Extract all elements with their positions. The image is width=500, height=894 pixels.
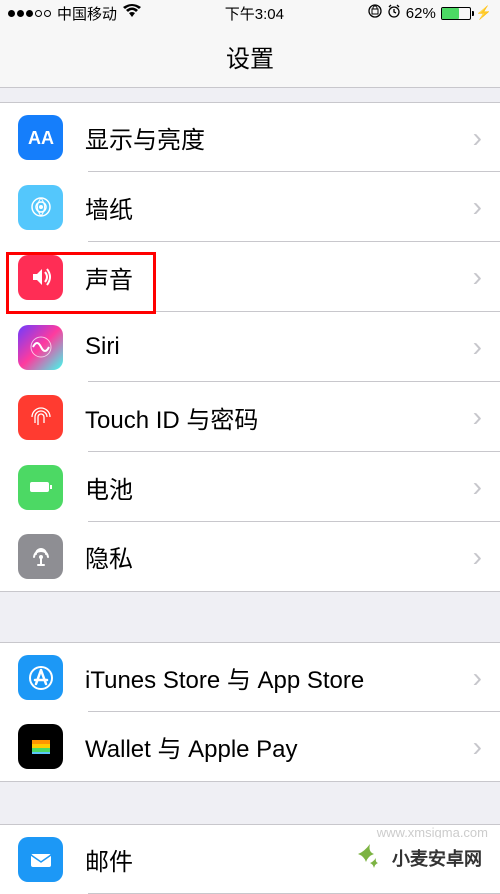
battery-fill — [442, 8, 459, 19]
chevron-right-icon: › — [473, 662, 482, 694]
settings-list: AA 显示与亮度 › 墙纸 › 声音 › Siri › Touch ID 与密码… — [0, 88, 500, 894]
row-display-brightness[interactable]: AA 显示与亮度 › — [0, 102, 500, 172]
wifi-icon — [123, 4, 141, 22]
siri-icon — [18, 325, 63, 370]
status-right: 62% ⚡ — [368, 4, 492, 22]
status-time: 下午3:04 — [225, 3, 284, 24]
orientation-lock-icon — [368, 4, 382, 22]
wallpaper-icon — [18, 185, 63, 230]
row-label: Siri — [85, 333, 473, 361]
battery-percent: 62% — [406, 5, 436, 22]
row-label: 显示与亮度 — [85, 120, 473, 155]
carrier-label: 中国移动 — [57, 3, 117, 24]
svg-text:AA: AA — [28, 128, 54, 148]
chevron-right-icon: › — [473, 731, 482, 763]
chevron-right-icon: › — [473, 401, 482, 433]
display-brightness-icon: AA — [18, 115, 63, 160]
row-itunes-appstore[interactable]: iTunes Store 与 App Store › — [0, 642, 500, 712]
status-bar: 中国移动 下午3:04 62% ⚡ — [0, 0, 500, 26]
signal-strength-icon — [8, 10, 51, 17]
chevron-right-icon: › — [473, 122, 482, 154]
row-touchid[interactable]: Touch ID 与密码 › — [0, 382, 500, 452]
mail-icon — [18, 837, 63, 882]
page-title: 设置 — [226, 39, 274, 74]
row-label: iTunes Store 与 App Store — [85, 660, 473, 695]
touchid-icon — [18, 395, 63, 440]
row-siri[interactable]: Siri › — [0, 312, 500, 382]
chevron-right-icon: › — [473, 471, 482, 503]
row-wallpaper[interactable]: 墙纸 › — [0, 172, 500, 242]
appstore-icon — [18, 655, 63, 700]
status-left: 中国移动 — [8, 3, 141, 24]
battery-icon — [441, 7, 471, 20]
wallet-icon — [18, 724, 63, 769]
nav-bar: 设置 — [0, 26, 500, 88]
row-wallet-applepay[interactable]: Wallet 与 Apple Pay › — [0, 712, 500, 782]
chevron-right-icon: › — [473, 261, 482, 293]
row-label: 电池 — [85, 470, 473, 505]
row-sounds[interactable]: 声音 › — [0, 242, 500, 312]
row-privacy[interactable]: 隐私 › — [0, 522, 500, 592]
chevron-right-icon: › — [473, 331, 482, 363]
footer-text: 小麦安卓网 — [392, 845, 482, 871]
alarm-icon — [387, 4, 401, 22]
privacy-icon — [18, 534, 63, 579]
row-label: 隐私 — [85, 539, 473, 574]
row-label: 声音 — [85, 260, 473, 295]
row-label: Touch ID 与密码 — [85, 400, 473, 435]
chevron-right-icon: › — [473, 191, 482, 223]
footer-watermark: 小麦安卓网 — [346, 838, 490, 878]
charging-icon: ⚡ — [476, 5, 492, 21]
row-label: 墙纸 — [85, 190, 473, 225]
chevron-right-icon: › — [473, 541, 482, 573]
sounds-icon — [18, 255, 63, 300]
row-battery[interactable]: 电池 › — [0, 452, 500, 522]
battery-icon — [18, 465, 63, 510]
row-label: Wallet 与 Apple Pay — [85, 729, 473, 764]
